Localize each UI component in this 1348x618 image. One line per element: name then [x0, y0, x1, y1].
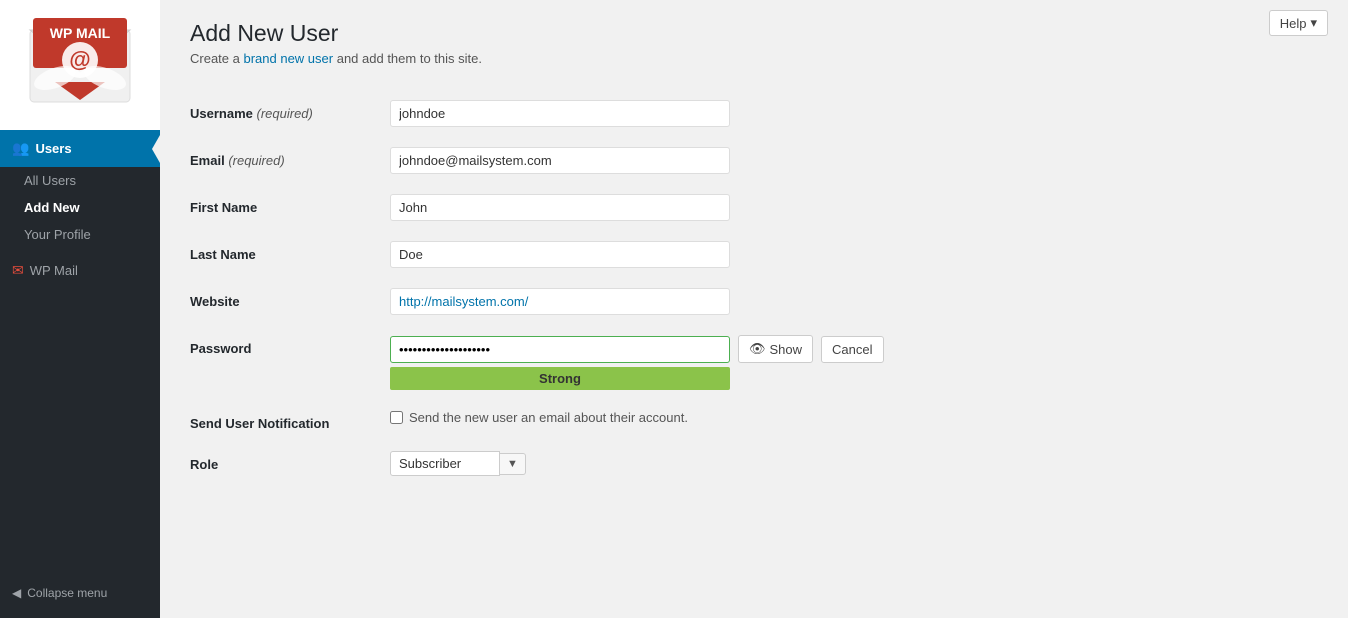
notification-row: Send User Notification Send the new user… — [190, 400, 1318, 441]
firstname-input[interactable] — [390, 194, 730, 221]
sidebar-item-wp-mail[interactable]: ✉ WP Mail — [0, 252, 160, 289]
svg-text:WP MAIL: WP MAIL — [50, 25, 111, 41]
role-select-wrapper: Subscriber Contributor Author Editor Adm… — [390, 451, 990, 476]
help-dropdown-icon: ▾ — [1310, 15, 1317, 31]
password-input[interactable] — [390, 336, 730, 363]
password-field-wrapper: 👁 Show Cancel Strong — [390, 335, 990, 390]
firstname-row: First Name — [190, 184, 1318, 231]
mail-icon: ✉ — [12, 262, 24, 279]
sidebar-item-your-profile[interactable]: Your Profile — [0, 221, 160, 248]
subtitle-link[interactable]: brand new user — [243, 51, 333, 66]
firstname-field-wrapper — [390, 194, 990, 221]
show-label: Show — [770, 342, 803, 357]
sidebar-logo: WP MAIL @ — [0, 0, 160, 130]
email-label: Email (required) — [190, 147, 390, 168]
sidebar-item-all-users[interactable]: All Users — [0, 167, 160, 194]
notification-controls: Send the new user an email about their a… — [390, 410, 990, 425]
lastname-label: Last Name — [190, 241, 390, 262]
sidebar-menu: 👥 Users All Users Add New Your Profile ✉… — [0, 130, 160, 618]
notification-field: Send the new user an email about their a… — [390, 410, 990, 425]
sidebar-users-label: Users — [35, 141, 71, 156]
username-input[interactable] — [390, 100, 730, 127]
notification-checkbox[interactable] — [390, 411, 403, 424]
wp-mail-logo: WP MAIL @ — [25, 10, 135, 120]
sidebar-wpmail-label: WP Mail — [30, 263, 78, 278]
users-icon: 👥 — [12, 140, 29, 157]
role-select[interactable]: Subscriber Contributor Author Editor Adm… — [390, 451, 500, 476]
username-field — [390, 100, 990, 127]
email-input[interactable] — [390, 147, 730, 174]
firstname-label: First Name — [190, 194, 390, 215]
add-user-form: Username (required) Email (required) Fir… — [190, 90, 1318, 486]
sidebar-submenu-users: All Users Add New Your Profile — [0, 167, 160, 248]
notification-label: Send User Notification — [190, 410, 390, 431]
lastname-field-wrapper — [390, 241, 990, 268]
email-row: Email (required) — [190, 137, 1318, 184]
page-subtitle: Create a brand new user and add them to … — [190, 51, 1318, 66]
sidebar-collapse-label: Collapse menu — [27, 586, 107, 600]
password-strength-bar: Strong — [390, 367, 730, 390]
lastname-row: Last Name — [190, 231, 1318, 278]
role-select-arrow: ▼ — [500, 453, 526, 475]
cancel-label: Cancel — [832, 342, 872, 357]
email-field-wrapper — [390, 147, 990, 174]
username-label: Username (required) — [190, 100, 390, 121]
help-label: Help — [1280, 16, 1307, 31]
password-controls: 👁 Show Cancel — [390, 335, 990, 363]
website-row: Website — [190, 278, 1318, 325]
main-content: Help ▾ Add New User Create a brand new u… — [160, 0, 1348, 618]
collapse-icon: ◀ — [12, 586, 21, 600]
sidebar-item-users[interactable]: 👥 Users — [0, 130, 160, 167]
sidebar-collapse-button[interactable]: ◀ Collapse menu — [0, 576, 160, 610]
website-label: Website — [190, 288, 390, 309]
notification-text: Send the new user an email about their a… — [409, 410, 688, 425]
password-label: Password — [190, 335, 390, 356]
cancel-password-button[interactable]: Cancel — [821, 336, 883, 363]
lastname-input[interactable] — [390, 241, 730, 268]
eye-icon: 👁 — [749, 341, 766, 357]
password-row: Password 👁 Show Cancel Strong — [190, 325, 1318, 400]
show-password-button[interactable]: 👁 Show — [738, 335, 813, 363]
role-label: Role — [190, 451, 390, 472]
website-input[interactable] — [390, 288, 730, 315]
role-field: Subscriber Contributor Author Editor Adm… — [390, 451, 990, 476]
role-row: Role Subscriber Contributor Author Edito… — [190, 441, 1318, 486]
website-field-wrapper — [390, 288, 990, 315]
sidebar: WP MAIL @ 👥 Users All Users Add New Your… — [0, 0, 160, 618]
username-row: Username (required) — [190, 90, 1318, 137]
page-title: Add New User — [190, 20, 1318, 47]
sidebar-item-add-new[interactable]: Add New — [0, 194, 160, 221]
help-button[interactable]: Help ▾ — [1269, 10, 1328, 36]
